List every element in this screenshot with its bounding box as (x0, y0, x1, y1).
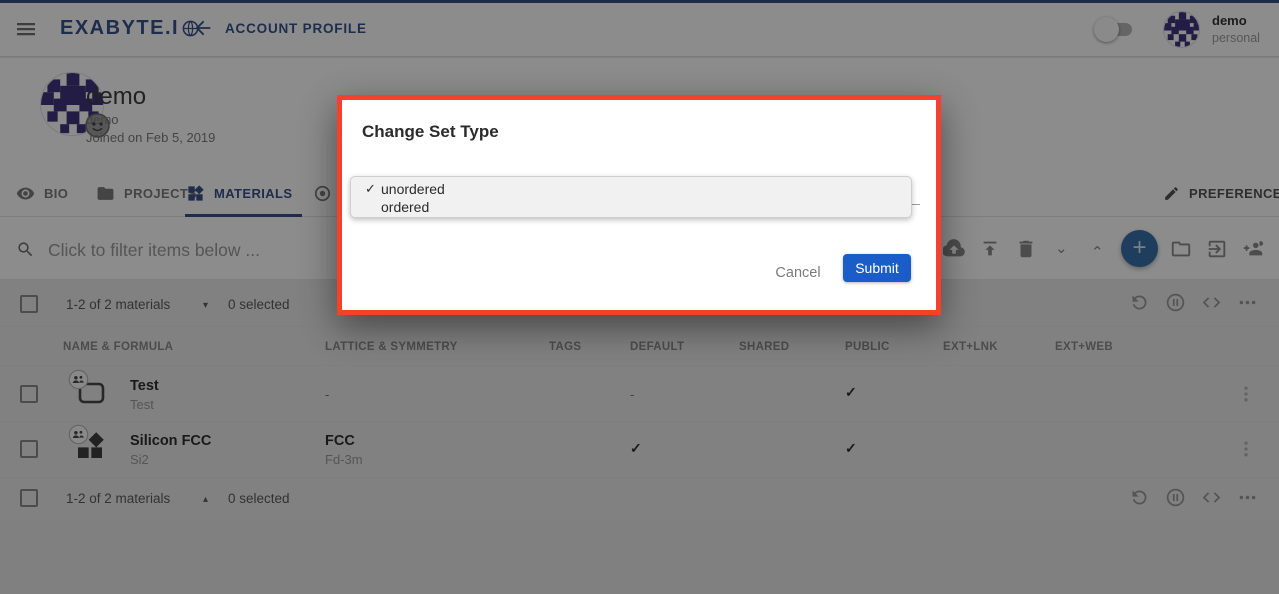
option-ordered[interactable]: ordered (351, 198, 911, 216)
check-icon: ✓ (365, 181, 381, 197)
option-unordered[interactable]: ✓ unordered (351, 180, 911, 198)
cancel-button[interactable]: Cancel (770, 260, 826, 286)
option-label: unordered (381, 181, 445, 197)
submit-button[interactable]: Submit (843, 254, 911, 282)
dialog-title: Change Set Type (362, 122, 499, 142)
account-profile-page: EXABYTE.I ACCOUNT PROFILE demo personal (0, 0, 1279, 594)
set-type-listbox[interactable]: ✓ unordered ordered (350, 176, 912, 218)
change-set-type-dialog: Change Set Type ✓ unordered ordered Canc… (337, 95, 941, 315)
option-label: ordered (381, 199, 429, 215)
